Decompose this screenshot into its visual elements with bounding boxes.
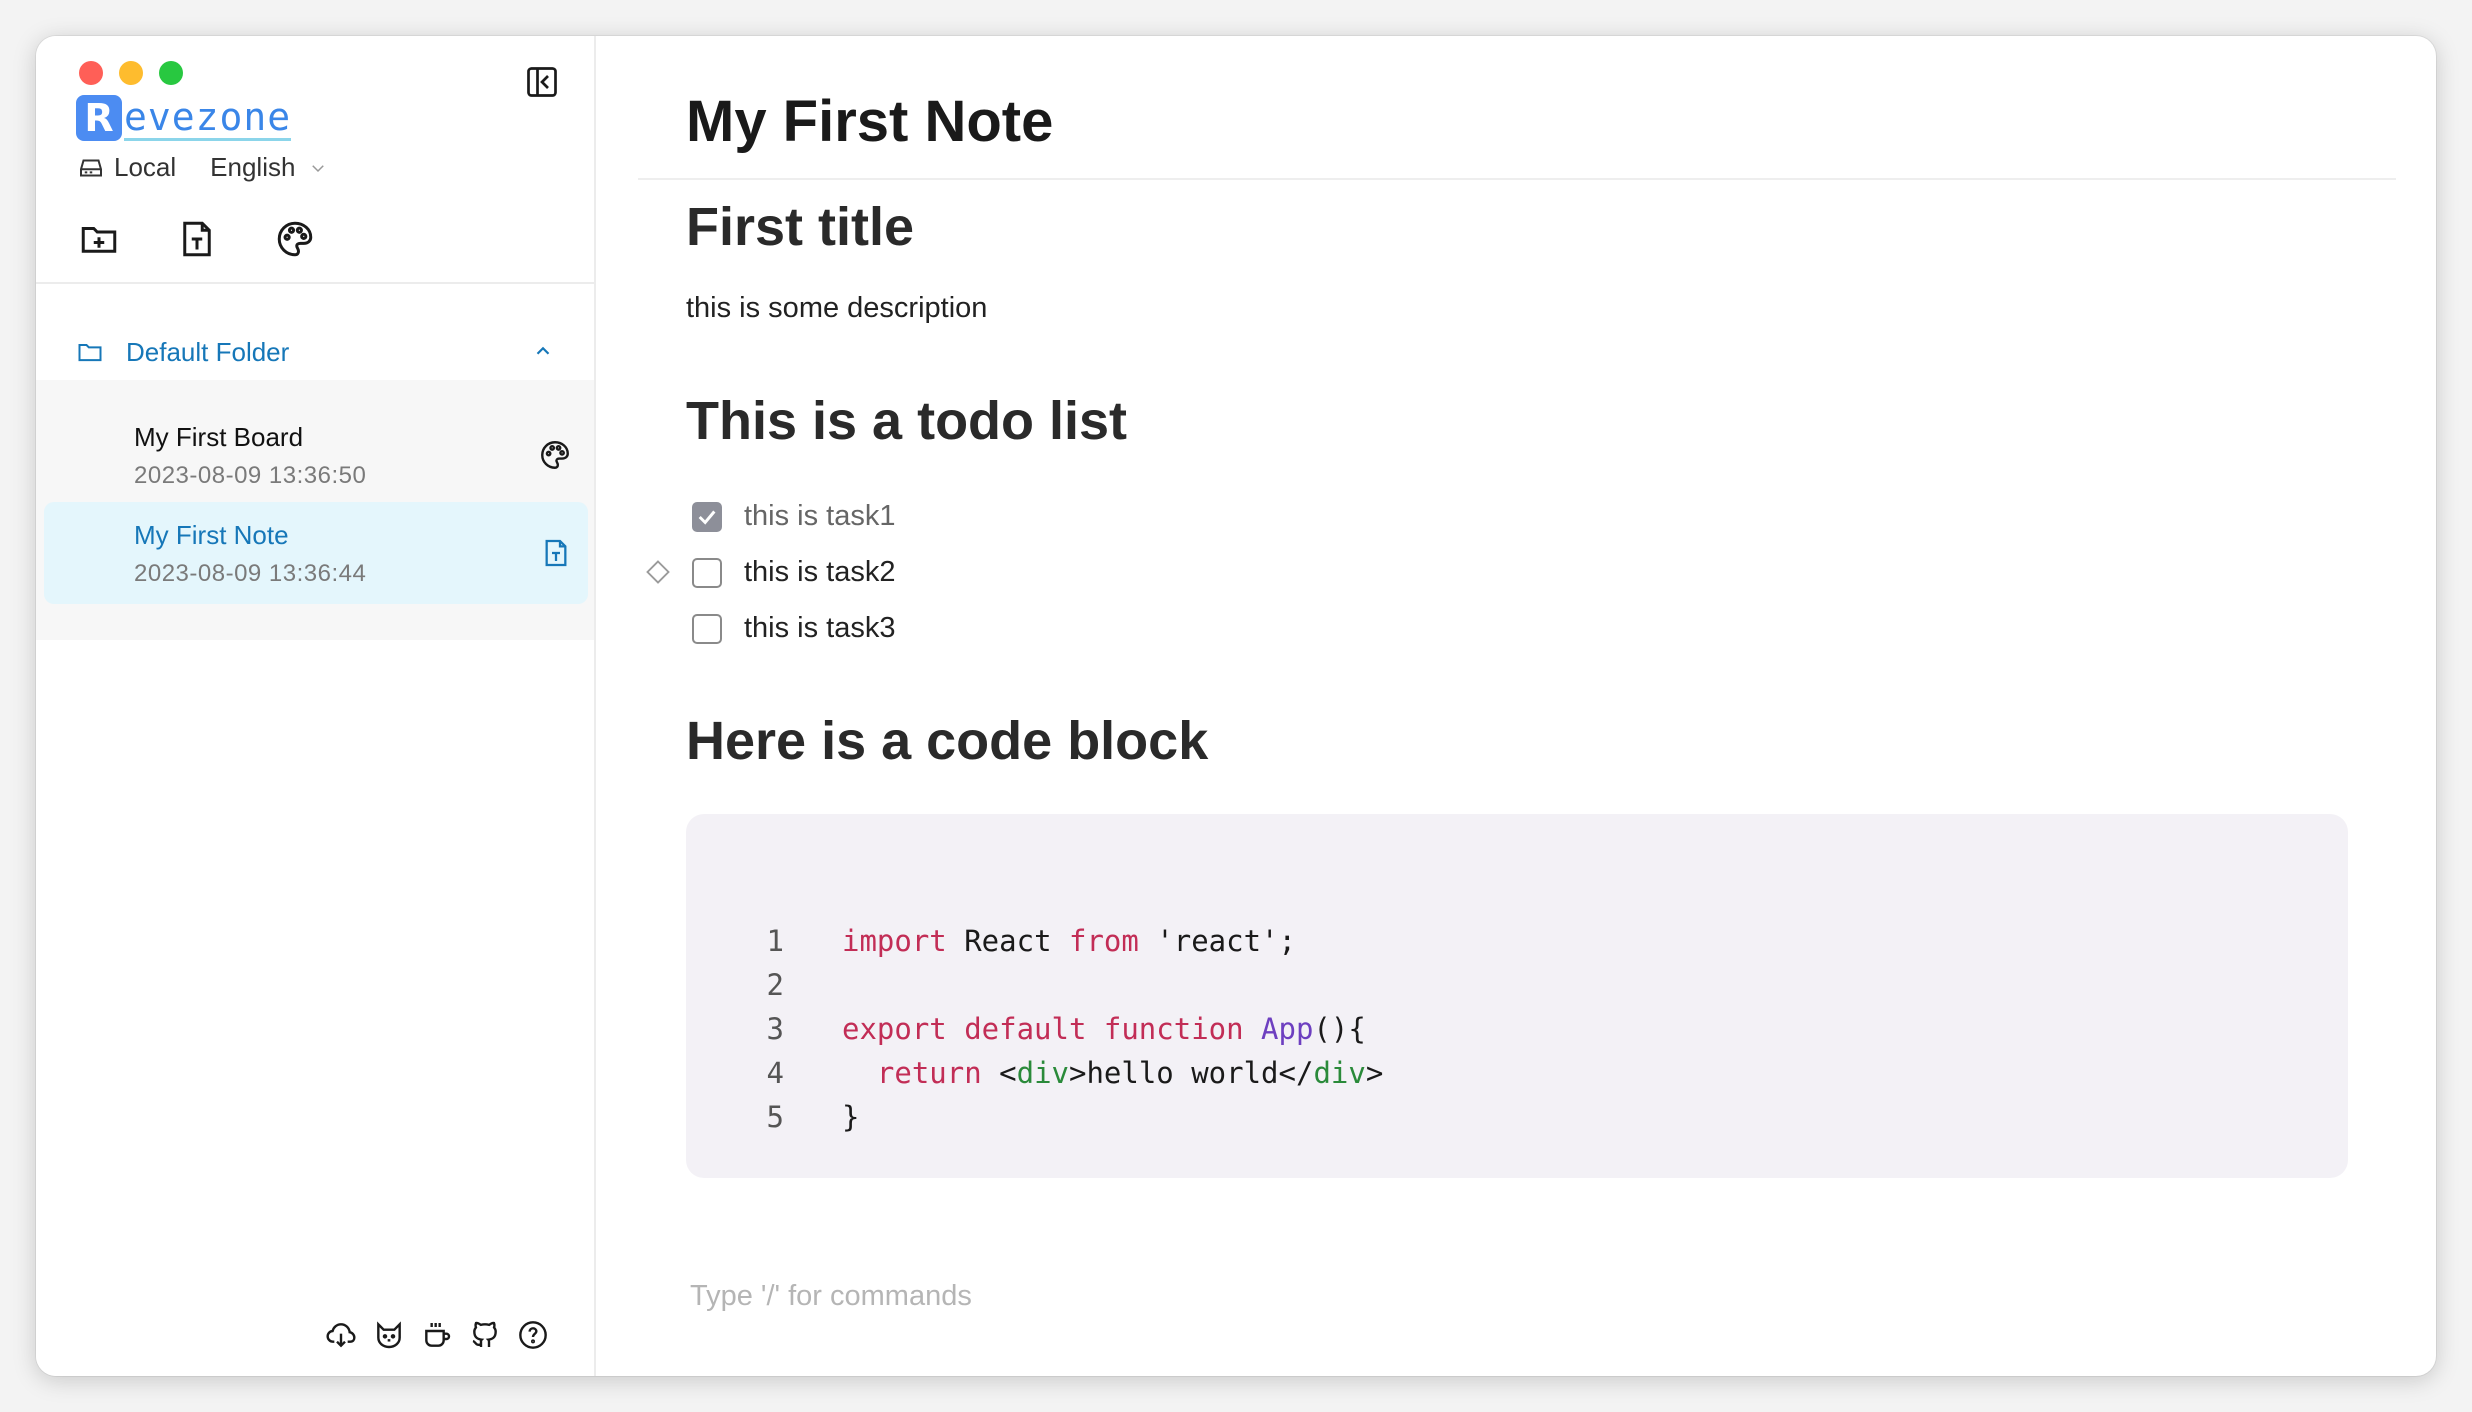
code-line: 5}	[744, 1100, 860, 1134]
list-item-note[interactable]: My First Note 2023-08-09 13:36:44	[44, 502, 588, 604]
language-value: English	[210, 152, 296, 182]
add-note-icon	[183, 221, 211, 257]
todo-item: this is task1	[692, 500, 896, 533]
cat-icon	[377, 1321, 401, 1349]
chevron-down-icon	[312, 164, 325, 172]
coffee-button[interactable]	[420, 1318, 454, 1352]
code-line: 3 export default function App(){	[744, 1012, 1366, 1046]
help-button[interactable]	[516, 1318, 550, 1352]
logo-wordmark: evezone	[124, 94, 292, 141]
sidebar-footer	[324, 1318, 550, 1352]
line-number: 5	[766, 1100, 784, 1134]
heading-todo-list[interactable]: This is a todo list	[686, 390, 1127, 452]
code-token: >	[1365, 1056, 1384, 1090]
minimize-window-button[interactable]	[119, 61, 143, 85]
check-icon	[698, 510, 716, 525]
code-token-keyword: export default function	[842, 1012, 1262, 1046]
hard-drive-icon	[76, 153, 106, 183]
command-placeholder[interactable]: Type '/' for commands	[690, 1280, 972, 1313]
drag-handle-icon[interactable]	[644, 558, 672, 586]
code-token-tag: div	[1016, 1056, 1069, 1090]
code-block[interactable]: 1 import React from 'react'; 2 3 export de…	[686, 814, 2348, 1178]
code-token-function: App	[1261, 1012, 1314, 1046]
app-window: R evezone Local English Default Folder M…	[36, 36, 2436, 1376]
code-token: (){	[1313, 1012, 1366, 1046]
code-token-tag: div	[1313, 1056, 1366, 1090]
folder-item-list: My First Board 2023-08-09 13:36:50 My Fi…	[36, 380, 594, 640]
language-select[interactable]: English	[210, 152, 327, 183]
sidebar: R evezone Local English Default Folder M…	[36, 36, 596, 1376]
sidebar-collapse-icon	[527, 67, 557, 97]
download-icon	[326, 1323, 356, 1348]
window-controls	[79, 61, 183, 85]
code-line: 1 import React from 'react';	[744, 924, 1296, 958]
github-button[interactable]	[468, 1318, 502, 1352]
sidebar-toolbar	[78, 218, 316, 260]
folder-icon	[78, 344, 102, 362]
list-item-board[interactable]: My First Board 2023-08-09 13:36:50	[44, 404, 588, 506]
line-number: 2	[766, 968, 784, 1002]
help-icon	[519, 1321, 547, 1349]
line-number: 1	[766, 924, 784, 958]
heading-first-title[interactable]: First title	[686, 196, 914, 258]
add-folder-icon	[81, 227, 117, 253]
code-token: <	[999, 1056, 1017, 1090]
add-folder-button[interactable]	[78, 218, 120, 260]
add-note-button[interactable]	[176, 218, 218, 260]
download-button[interactable]	[324, 1318, 358, 1352]
title-divider	[638, 178, 2396, 180]
app-logo: R evezone	[76, 94, 292, 142]
file-date: 2023-08-09 13:36:50	[134, 462, 367, 489]
line-number: 3	[766, 1012, 784, 1046]
github-icon	[472, 1321, 497, 1347]
folder-label: Default Folder	[126, 336, 290, 367]
page-title[interactable]: My First Note	[686, 88, 1053, 155]
sidebar-divider	[36, 282, 594, 284]
todo-item: this is task2	[692, 556, 896, 589]
file-name: My First Note	[134, 520, 289, 550]
file-date: 2023-08-09 13:36:44	[134, 560, 367, 587]
todo-checkbox-checked[interactable]	[692, 501, 722, 532]
code-token-keyword: import	[842, 924, 947, 958]
maximize-window-button[interactable]	[159, 61, 183, 85]
cat-button[interactable]	[372, 1318, 406, 1352]
code-token: }	[842, 1100, 860, 1134]
code-token-keyword: return	[842, 1056, 1000, 1090]
board-icon	[541, 441, 569, 469]
storage-label[interactable]: Local	[114, 152, 176, 183]
todo-checkbox[interactable]	[692, 557, 722, 588]
close-window-button[interactable]	[79, 61, 103, 85]
todo-item: this is task3	[692, 612, 896, 645]
todo-label[interactable]: this is task1	[744, 500, 896, 533]
paragraph-description[interactable]: this is some description	[686, 292, 987, 325]
line-number: 4	[766, 1056, 784, 1090]
chevron-up-icon[interactable]	[532, 340, 554, 362]
palette-icon	[277, 221, 313, 257]
code-token-keyword: from	[1068, 924, 1139, 958]
todo-checkbox[interactable]	[692, 613, 722, 644]
add-board-button[interactable]	[274, 218, 316, 260]
code-token: React	[946, 924, 1069, 958]
code-line: 4 return < div >hello world</div >	[744, 1056, 1384, 1090]
logo-mark: R	[76, 95, 122, 141]
coffee-icon	[425, 1323, 451, 1347]
todo-label[interactable]: this is task3	[744, 612, 896, 645]
heading-code-block[interactable]: Here is a code block	[686, 710, 1208, 772]
collapse-sidebar-button[interactable]	[524, 64, 560, 100]
note-icon	[545, 539, 567, 567]
note-editor[interactable]: My First Note First title this is some d…	[598, 36, 2436, 1376]
code-token: >hello world</	[1069, 1056, 1314, 1090]
storage-row: Local English	[76, 152, 327, 183]
todo-label[interactable]: this is task2	[744, 556, 896, 589]
file-name: My First Board	[134, 422, 304, 452]
code-token-string: 'react';	[1138, 924, 1296, 958]
code-line: 2	[744, 968, 842, 1002]
